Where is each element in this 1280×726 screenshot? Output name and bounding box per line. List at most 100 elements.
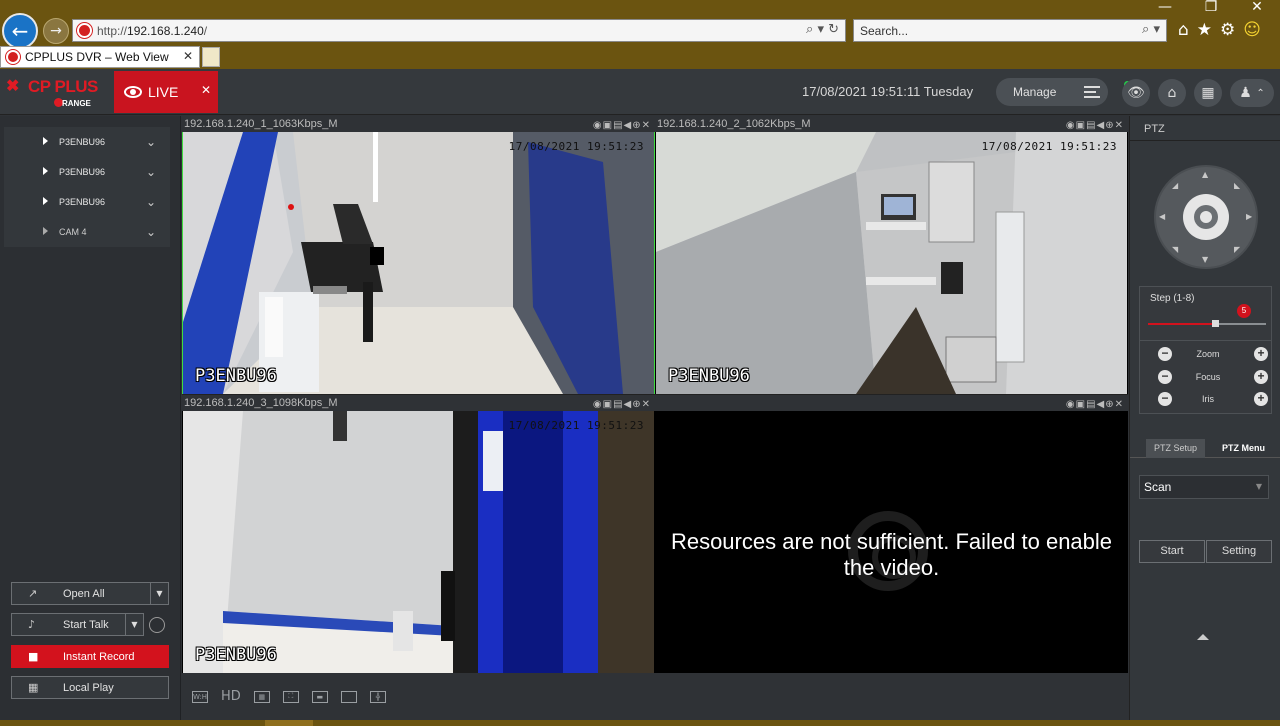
smiley-feedback-icon[interactable]: ☺: [1243, 20, 1261, 40]
joystick-center-button[interactable]: [1183, 194, 1229, 240]
quad-view-icon[interactable]: ╬: [369, 690, 386, 703]
wh-ratio-icon[interactable]: W:H: [192, 690, 208, 703]
start-talk-dropdown-icon[interactable]: ▼: [125, 614, 143, 635]
user-menu-button[interactable]: ♟ ⌃: [1230, 79, 1274, 107]
video-cell-3[interactable]: 192.168.1.240_3_1098Kbps_M ◉▣▤◀⊕✕ 17/08/…: [182, 395, 655, 673]
camera-feed[interactable]: 17/08/2021 19:51:23 P3ENBU96: [656, 132, 1127, 394]
local-play-button[interactable]: ▦ Local Play: [11, 676, 169, 699]
chevron-down-icon[interactable]: ⌄: [146, 165, 156, 179]
chevron-down-icon[interactable]: ⌄: [146, 225, 156, 239]
camera-3-image: [183, 411, 654, 673]
layout-wide-icon[interactable]: ▬: [311, 690, 328, 703]
minimize-icon[interactable]: —: [1142, 0, 1188, 14]
tab-ptz-setup[interactable]: PTZ Setup: [1146, 439, 1206, 458]
camera-feed-error[interactable]: Resources are not sufficient. Failed to …: [656, 411, 1127, 673]
settings-gear-icon[interactable]: ⚙: [1220, 20, 1235, 40]
open-all-dropdown-icon[interactable]: ▼: [150, 583, 168, 604]
search-placeholder: Search...: [860, 23, 909, 38]
pan-down-right-icon[interactable]: ◤: [1234, 245, 1240, 254]
osd-channel-name: P3ENBU96: [195, 645, 277, 665]
device-item[interactable]: P3ENBU96 ⌄: [4, 127, 170, 157]
expand-arrow-icon[interactable]: [43, 167, 48, 175]
favorites-star-icon[interactable]: ★: [1197, 20, 1212, 40]
pan-down-left-icon[interactable]: ◥: [1172, 245, 1178, 254]
browser-tab-active[interactable]: CPPLUS DVR – Web View ✕: [0, 46, 200, 68]
zoom-in-button[interactable]: +: [1254, 347, 1268, 361]
error-message: Resources are not sufficient. Failed to …: [670, 529, 1113, 580]
app-header: ✖ CP PLUS RANGE LIVE ✕ 17/08/2021 19:51:…: [0, 69, 1280, 115]
ptz-mode-select[interactable]: Scan ▼: [1139, 475, 1269, 499]
focus-minus-button[interactable]: −: [1158, 370, 1172, 384]
search-icon[interactable]: ⌕ ▾: [1142, 22, 1160, 37]
step-slider-thumb[interactable]: [1212, 320, 1219, 327]
device-item[interactable]: P3ENBU96 ⌄: [4, 157, 170, 187]
camera-1-image: [183, 132, 654, 394]
collapse-panel-icon[interactable]: [1197, 634, 1209, 640]
chevron-down-icon[interactable]: ⌄: [146, 135, 156, 149]
eye-icon: [124, 86, 142, 98]
device-sidebar: P3ENBU96 ⌄ P3ENBU96 ⌄ P3ENBU96 ⌄ CAM 4 ⌄…: [0, 116, 181, 720]
hd-label[interactable]: HD: [221, 689, 241, 704]
home-icon[interactable]: ⌂: [1158, 79, 1186, 107]
pan-up-icon[interactable]: ▲: [1202, 170, 1208, 179]
iris-plus-button[interactable]: +: [1254, 392, 1268, 406]
start-talk-button[interactable]: ♪ Start Talk ▼: [11, 613, 144, 636]
expand-arrow-icon[interactable]: [43, 227, 48, 235]
url-path: /: [203, 23, 208, 38]
talk-toggle[interactable]: [149, 617, 165, 633]
pan-right-icon[interactable]: ▶: [1246, 212, 1252, 221]
search-input[interactable]: Search... ⌕ ▾: [853, 19, 1167, 42]
single-view-icon[interactable]: [340, 690, 357, 703]
eye-view-icon[interactable]: 👁: [1122, 79, 1150, 107]
iris-minus-button[interactable]: −: [1158, 392, 1172, 406]
stream-type-icon[interactable]: ▦: [253, 690, 270, 703]
logo-mark-icon: ✖: [6, 78, 20, 95]
camera-feed[interactable]: 17/08/2021 19:51:23 P3ENBU96: [183, 132, 654, 394]
open-all-button[interactable]: ↗ Open All ▼: [11, 582, 169, 605]
expand-arrow-icon[interactable]: [43, 197, 48, 205]
tab-live[interactable]: LIVE ✕: [114, 71, 218, 113]
ptz-joystick[interactable]: ▲ ▼ ◀ ▶ ◢ ◣ ◥ ◤: [1154, 165, 1258, 269]
close-window-icon[interactable]: ✕: [1234, 0, 1280, 14]
forward-arrow-icon[interactable]: →: [43, 18, 69, 44]
chevron-down-icon[interactable]: ⌄: [146, 195, 156, 209]
pan-down-icon[interactable]: ▼: [1202, 255, 1208, 264]
ptz-start-button[interactable]: Start: [1139, 540, 1205, 563]
fullscreen-icon[interactable]: ⛶: [282, 690, 299, 703]
new-tab-button[interactable]: [202, 47, 220, 67]
focus-plus-button[interactable]: +: [1254, 370, 1268, 384]
channel-stream-label: 192.168.1.240_2_1062Kbps_M: [657, 118, 811, 130]
iris-label: Iris: [1202, 394, 1214, 404]
pan-up-right-icon[interactable]: ◣: [1234, 181, 1240, 190]
tab-ptz-menu[interactable]: PTZ Menu: [1214, 439, 1273, 458]
expand-arrow-icon[interactable]: [43, 137, 48, 145]
ptz-setting-button[interactable]: Setting: [1206, 540, 1272, 563]
pan-up-left-icon[interactable]: ◢: [1172, 181, 1178, 190]
open-external-icon: ↗: [28, 587, 38, 600]
device-label: CAM 4: [59, 227, 87, 237]
video-cell-4[interactable]: ◉▣▤◀⊕✕ Resources are not sufficient. Fai…: [655, 395, 1128, 673]
qr-code-icon[interactable]: ▦: [1194, 79, 1222, 107]
restore-icon[interactable]: ❐: [1188, 0, 1234, 14]
device-item[interactable]: CAM 4 ⌄: [4, 217, 170, 247]
browser-icons: ⌂ ★ ⚙ ☺: [1178, 20, 1261, 40]
address-bar[interactable]: http://192.168.1.240/ ⌕ ▾ ↻: [72, 19, 846, 42]
video-cell-2[interactable]: 192.168.1.240_2_1062Kbps_M ◉▣▤◀⊕✕ 17/08/…: [655, 116, 1128, 394]
device-label: P3ENBU96: [59, 197, 106, 207]
back-arrow-icon[interactable]: ←: [2, 13, 38, 49]
tab-close-icon[interactable]: ✕: [183, 49, 193, 63]
step-slider[interactable]: [1148, 323, 1266, 325]
home-icon[interactable]: ⌂: [1178, 20, 1189, 40]
local-play-label: Local Play: [63, 681, 114, 694]
instant-record-button[interactable]: ■ Instant Record: [11, 645, 169, 668]
device-item[interactable]: P3ENBU96 ⌄: [4, 187, 170, 217]
video-cell-1[interactable]: 192.168.1.240_1_1063Kbps_M ◉▣▤◀⊕✕ 17/08/…: [182, 116, 655, 394]
close-live-tab-icon[interactable]: ✕: [201, 83, 211, 97]
address-bar-actions[interactable]: ⌕ ▾ ↻: [806, 22, 839, 37]
manage-button[interactable]: Manage: [996, 78, 1108, 106]
dvr-web-app: ✖ CP PLUS RANGE LIVE ✕ 17/08/2021 19:51:…: [0, 69, 1280, 720]
camera-feed[interactable]: 17/08/2021 19:51:23 P3ENBU96: [183, 411, 654, 673]
pan-left-icon[interactable]: ◀: [1159, 212, 1165, 221]
manage-label: Manage: [1013, 85, 1057, 99]
zoom-out-button[interactable]: −: [1158, 347, 1172, 361]
